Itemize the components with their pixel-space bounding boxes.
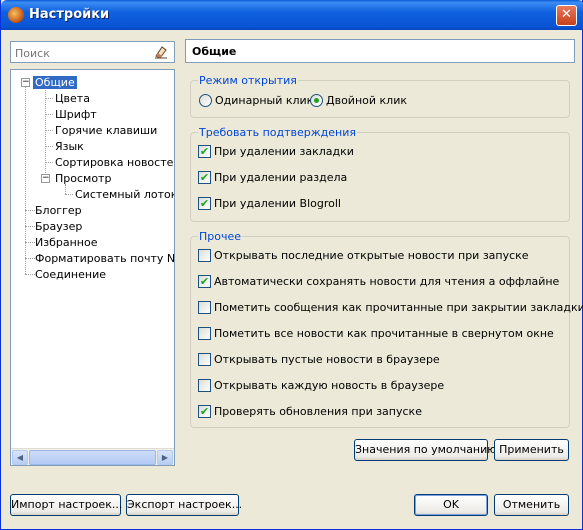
tree-item-colors[interactable]: Цвета xyxy=(55,91,90,106)
mark-read-on-close-checkbox[interactable] xyxy=(198,301,211,314)
settings-window: Настройки ✕ − Общие Цвета Шрифт Горячие … xyxy=(0,0,583,530)
tree-item-font[interactable]: Шрифт xyxy=(55,107,97,122)
export-settings-button[interactable]: Экспорт настроек... xyxy=(126,494,242,516)
cancel-button[interactable]: Отменить xyxy=(494,494,569,516)
double-click-label[interactable]: Двойной клик xyxy=(326,94,407,107)
single-click-label[interactable]: Одинарный клик xyxy=(215,94,313,107)
confirm-delete-blogroll-checkbox[interactable]: ✔ xyxy=(198,197,211,210)
defaults-button[interactable]: Значения по умолчанию xyxy=(354,439,497,461)
confirm-delete-bookmark-label[interactable]: При удалении закладки xyxy=(214,145,354,158)
confirm-delete-section-checkbox[interactable]: ✔ xyxy=(198,171,211,184)
scroll-thumb[interactable] xyxy=(29,450,156,465)
settings-tree[interactable]: − Общие Цвета Шрифт Горячие клавиши Язык… xyxy=(10,69,175,466)
ok-button[interactable]: OK xyxy=(414,494,488,516)
search-input[interactable] xyxy=(15,44,145,62)
open-each-in-browser-checkbox[interactable] xyxy=(198,379,211,392)
tree-item-connection[interactable]: Соединение xyxy=(35,267,106,282)
open-empty-in-browser-label[interactable]: Открывать пустые новости в браузере xyxy=(214,353,440,366)
open-mode-legend: Режим открытия xyxy=(198,74,298,87)
auto-save-offline-checkbox[interactable]: ✔ xyxy=(198,275,211,288)
mark-read-minimized-label[interactable]: Пометить все новости как прочитанные в с… xyxy=(214,327,554,340)
double-click-radio[interactable] xyxy=(310,94,323,107)
tree-item-general[interactable]: Общие xyxy=(33,75,77,90)
single-click-radio[interactable] xyxy=(199,94,212,107)
tree-item-hotkeys[interactable]: Горячие клавиши xyxy=(55,123,157,138)
collapse-general-icon[interactable]: − xyxy=(21,78,30,87)
tree-item-browser[interactable]: Браузер xyxy=(35,219,82,234)
scroll-left-button[interactable]: ◀ xyxy=(12,450,28,465)
open-last-news-checkbox[interactable] xyxy=(198,249,211,262)
tree-item-format-mail[interactable]: Форматировать почту New xyxy=(35,251,174,266)
panel-title: Общие xyxy=(185,39,575,63)
app-icon xyxy=(8,7,24,23)
check-updates-label[interactable]: Проверять обновления при запуске xyxy=(214,405,422,418)
scroll-right-button[interactable]: ▶ xyxy=(157,450,173,465)
eraser-icon[interactable] xyxy=(154,45,168,59)
tree-item-view[interactable]: Просмотр xyxy=(55,171,111,186)
apply-button[interactable]: Применить xyxy=(494,439,569,461)
check-updates-checkbox[interactable]: ✔ xyxy=(198,405,211,418)
tree-item-favorites[interactable]: Избранное xyxy=(35,235,97,250)
mark-read-minimized-checkbox[interactable] xyxy=(198,327,211,340)
auto-save-offline-label[interactable]: Автоматически сохранять новости для чтен… xyxy=(214,275,559,288)
search-box xyxy=(10,41,175,63)
tree-item-sort-news[interactable]: Сортировка новостей xyxy=(55,155,174,170)
open-empty-in-browser-checkbox[interactable] xyxy=(198,353,211,366)
collapse-view-icon[interactable]: − xyxy=(41,174,50,183)
confirm-legend: Требовать подтверждения xyxy=(198,126,358,139)
misc-legend: Прочее xyxy=(198,230,243,243)
confirm-delete-blogroll-label[interactable]: При удалении Blogroll xyxy=(214,197,341,210)
tree-item-language[interactable]: Язык xyxy=(55,139,84,154)
import-settings-button[interactable]: Импорт настроек... xyxy=(10,494,122,516)
tree-item-blogger[interactable]: Блоггер xyxy=(35,203,82,218)
confirm-delete-bookmark-checkbox[interactable]: ✔ xyxy=(198,145,211,158)
title-bar[interactable]: Настройки ✕ xyxy=(1,0,583,30)
open-each-in-browser-label[interactable]: Открывать каждую новость в браузере xyxy=(214,379,444,392)
mark-read-on-close-label[interactable]: Пометить сообщения как прочитанные при з… xyxy=(214,301,583,314)
tree-item-systray[interactable]: Системный лоток xyxy=(75,187,174,202)
confirm-delete-section-label[interactable]: При удалении раздела xyxy=(214,171,347,184)
window-title: Настройки xyxy=(29,7,110,22)
open-last-news-label[interactable]: Открывать последние открытые новости при… xyxy=(214,249,529,262)
tree-hscrollbar[interactable]: ◀ ▶ xyxy=(11,448,174,465)
close-button[interactable]: ✕ xyxy=(556,5,577,26)
